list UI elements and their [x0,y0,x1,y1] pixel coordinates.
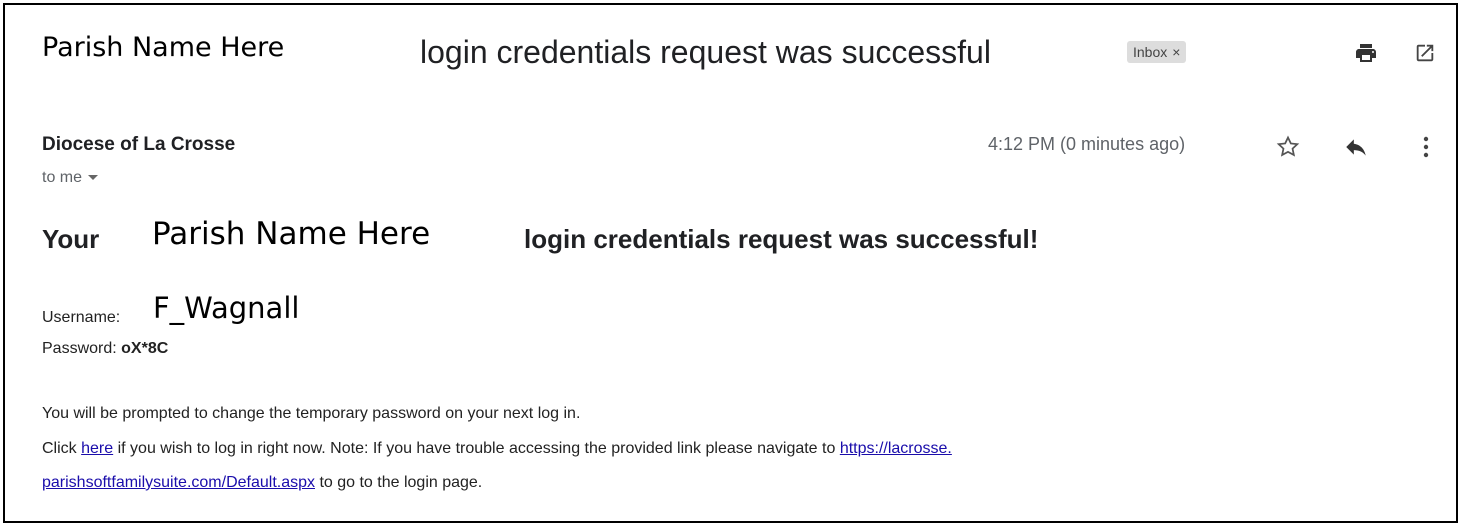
print-icon[interactable] [1351,38,1381,68]
password-label: Password: [42,340,117,357]
login-instructions-line: Click here if you wish to log in right n… [42,440,952,458]
login-url-line: parishsoftfamilysuite.com/Default.aspx t… [42,474,482,492]
reply-icon[interactable] [1340,131,1372,163]
star-icon[interactable] [1272,131,1304,163]
username-value: F_Wagnall [153,291,300,325]
open-in-new-window-icon[interactable] [1410,38,1440,68]
message-time: 4:12 PM (0 minutes ago) [988,134,1186,154]
dropdown-caret-icon[interactable] [88,169,99,187]
sender-name: Diocese of La Crosse [42,134,236,155]
inbox-label-chip[interactable]: Inbox × [1127,41,1187,63]
note-text: if you wish to log in right now. Note: I… [117,440,836,457]
password-row: Password: oX*8C [42,340,168,358]
recipient-text: to me [42,169,83,186]
inbox-label-text: Inbox [1133,44,1168,60]
password-value: oX*8C [121,340,169,357]
heading-prefix: Your [42,224,100,254]
parish-name-overlay: Parish Name Here [42,32,285,63]
change-password-notice: You will be prompted to change the tempo… [42,405,581,422]
heading-suffix: login credentials request was successful… [524,224,1039,254]
remove-label-button[interactable]: × [1172,44,1180,60]
click-text: Click [42,440,77,457]
more-vert-icon[interactable] [1412,131,1440,163]
email-subject: login credentials request was successful [420,34,991,70]
login-url-link-part1[interactable]: https://lacrosse. [840,440,952,457]
login-url-link-part2[interactable]: parishsoftfamilysuite.com/Default.aspx [42,474,315,491]
username-label: Username: [42,309,121,326]
here-link[interactable]: here [81,440,113,457]
recipient-details[interactable]: to me [42,169,99,187]
heading-parish-name: Parish Name Here [152,216,431,252]
go-to-login-text: to go to the login page. [319,474,483,491]
